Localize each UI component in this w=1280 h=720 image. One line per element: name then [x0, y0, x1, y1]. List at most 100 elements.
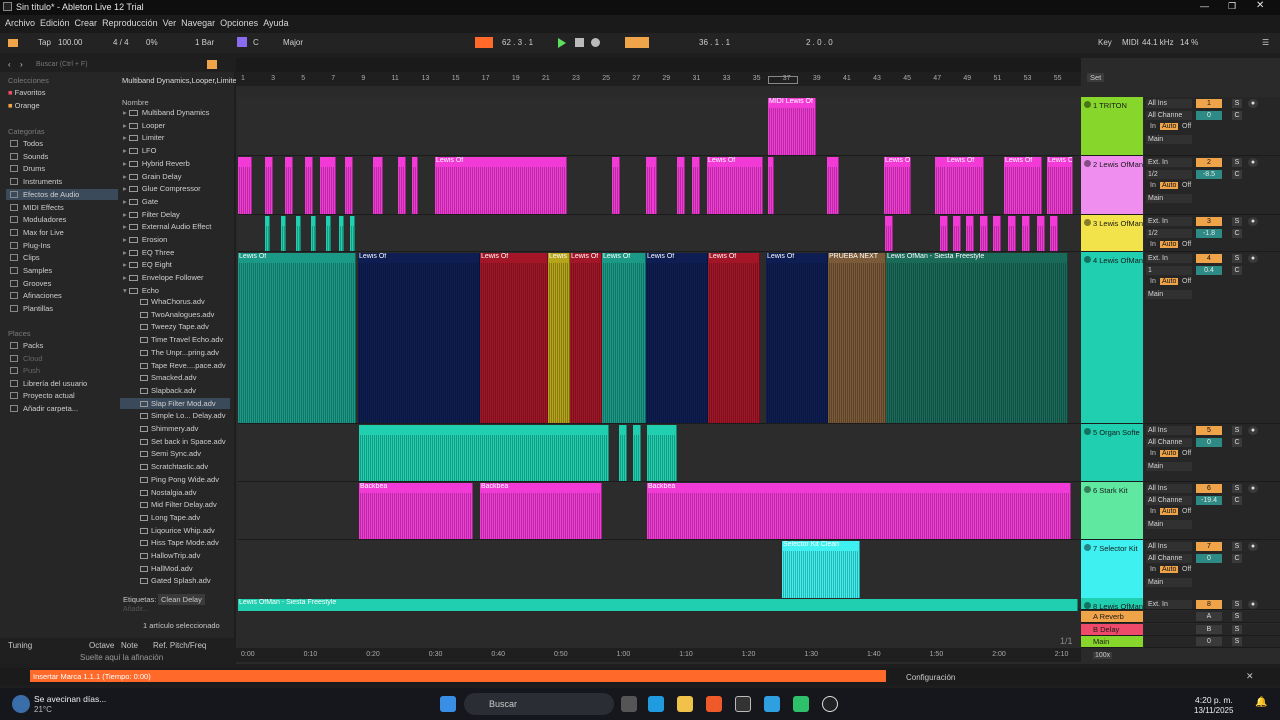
clip[interactable]: [265, 216, 270, 251]
monitor-off[interactable]: Off: [1182, 278, 1191, 285]
device-folder[interactable]: ▸ EQ Three: [123, 248, 174, 257]
clip[interactable]: [359, 425, 609, 481]
monitor-in[interactable]: In: [1150, 241, 1156, 248]
loop-brace[interactable]: [768, 76, 798, 84]
clip[interactable]: [692, 157, 700, 214]
output-select[interactable]: Main: [1146, 290, 1192, 299]
close-icon[interactable]: ✕: [1256, 0, 1264, 11]
solo-button[interactable]: S: [1232, 637, 1242, 646]
track-fold-icon[interactable]: [1084, 101, 1091, 108]
monitor-off[interactable]: Off: [1182, 450, 1191, 457]
monitor-off[interactable]: Off: [1182, 123, 1191, 130]
weather-icon[interactable]: [12, 695, 30, 713]
forward-icon[interactable]: ›: [20, 60, 23, 69]
track-fold-icon[interactable]: [1084, 486, 1091, 493]
clip[interactable]: [612, 157, 620, 214]
output-select[interactable]: Main: [1146, 578, 1192, 587]
maximize-icon[interactable]: ❐: [1228, 1, 1236, 12]
category-row[interactable]: Efectos de Audio: [6, 188, 118, 200]
loop-start[interactable]: 36 . 1 . 1: [699, 38, 730, 47]
edge-icon[interactable]: [648, 696, 664, 712]
input-type[interactable]: All Ins: [1146, 426, 1192, 435]
menu-icon[interactable]: ☰: [1262, 38, 1269, 47]
category-row[interactable]: Afinaciones: [6, 290, 118, 301]
clip[interactable]: Lewis Of: [548, 253, 570, 423]
song-position[interactable]: 62 . 3 . 1: [502, 38, 533, 47]
clip[interactable]: Lewis Of: [1004, 157, 1042, 214]
arm-button[interactable]: ●: [1248, 99, 1258, 108]
volume-field[interactable]: -8.5: [1196, 170, 1222, 179]
clip[interactable]: [827, 157, 839, 214]
search-input[interactable]: Buscar (Ctrl + F): [36, 61, 88, 68]
clip[interactable]: [305, 157, 313, 214]
menu-reproduccion[interactable]: Reproducción: [97, 15, 158, 28]
place-item[interactable]: Packs: [23, 341, 43, 350]
monitor-in[interactable]: In: [1150, 182, 1156, 189]
category-row[interactable]: Sounds: [6, 151, 118, 162]
clip[interactable]: Backbea: [647, 483, 1071, 539]
clip[interactable]: [1022, 216, 1030, 251]
time-ruler[interactable]: 0:00 0:10 0:20 0:30 0:40 0:50 1:00 1:10 1:20 1:30…: [236, 648, 1081, 662]
nombre-column[interactable]: Nombre: [122, 98, 149, 107]
place-item[interactable]: Proyecto actual: [23, 391, 75, 400]
key-button[interactable]: Key: [1098, 38, 1112, 47]
solo-button[interactable]: S: [1232, 612, 1242, 621]
taskbar-search[interactable]: [464, 693, 614, 715]
device-folder[interactable]: ▸ Hybrid Reverb: [123, 159, 190, 168]
set-button[interactable]: Set: [1087, 73, 1105, 82]
clip[interactable]: Lewis Of: [707, 157, 763, 214]
minimize-icon[interactable]: —: [1200, 1, 1209, 11]
solo-button[interactable]: S: [1232, 426, 1242, 435]
track-header[interactable]: 5 Organ Softe: [1081, 424, 1143, 482]
arm-button[interactable]: ●: [1248, 484, 1258, 493]
return-track[interactable]: Main: [1081, 636, 1143, 648]
weather-text[interactable]: Se avecinan días...: [34, 694, 106, 704]
menu-ver[interactable]: Ver: [158, 15, 177, 28]
track-number[interactable]: 8: [1196, 600, 1222, 609]
pan-button[interactable]: C: [1232, 438, 1242, 447]
preset-row[interactable]: HallowTrip.adv: [120, 550, 230, 561]
clip[interactable]: [320, 157, 336, 214]
favoritos-item[interactable]: ■ Favoritos: [8, 88, 45, 97]
device-folder[interactable]: ▸ LFO: [123, 146, 156, 155]
clip[interactable]: MIDI Lewis Of: [768, 98, 816, 155]
preset-row[interactable]: Mid Filter Delay.adv: [120, 499, 230, 510]
track-fold-icon[interactable]: [1084, 160, 1091, 167]
arm-button[interactable]: ●: [1248, 542, 1258, 551]
device-folder[interactable]: ▸ Grain Delay: [123, 172, 181, 181]
clip[interactable]: [885, 216, 893, 251]
preset-row[interactable]: Slap Filter Mod.adv: [120, 397, 230, 409]
input-channel[interactable]: 1/2: [1146, 229, 1192, 238]
solo-button[interactable]: S: [1232, 542, 1242, 551]
clip[interactable]: Lewis Of: [1047, 157, 1073, 214]
monitor-in[interactable]: In: [1150, 278, 1156, 285]
clip[interactable]: [281, 216, 286, 251]
midi-button[interactable]: MIDI: [1122, 38, 1139, 47]
preset-row[interactable]: Ping Pong Wide.adv: [120, 474, 230, 485]
clip[interactable]: [1008, 216, 1016, 251]
device-folder[interactable]: ▸ EQ Eight: [123, 260, 172, 269]
input-channel[interactable]: All Channe: [1146, 111, 1192, 120]
output-select[interactable]: Main: [1146, 462, 1192, 471]
preset-row[interactable]: Liqourice Whip.adv: [120, 525, 230, 536]
arm-button[interactable]: ●: [1248, 217, 1258, 226]
clip[interactable]: [980, 216, 988, 251]
monitor-auto[interactable]: Auto: [1160, 241, 1179, 248]
preset-row[interactable]: HallMod.adv: [120, 563, 230, 574]
scale-select[interactable]: Major: [283, 38, 303, 47]
pan-button[interactable]: C: [1232, 266, 1242, 275]
solo-button[interactable]: S: [1232, 217, 1242, 226]
start-icon[interactable]: [440, 696, 456, 712]
return-number[interactable]: 0: [1196, 637, 1222, 646]
time-signature[interactable]: 4 / 4: [113, 38, 129, 47]
clip[interactable]: Lewis Of: [708, 253, 760, 423]
clip[interactable]: Lewis OfMan - Siesta Freestyle: [238, 599, 1078, 611]
record-icon[interactable]: [591, 38, 600, 47]
zoom-value[interactable]: 100x: [1093, 652, 1113, 659]
preset-row[interactable]: Tape Reve....pace.adv: [120, 360, 230, 371]
preset-row[interactable]: Nostalgia.adv: [120, 487, 230, 498]
device-folder[interactable]: ▸ Gate: [123, 197, 158, 206]
volume-field[interactable]: -19.4: [1196, 496, 1222, 505]
clip[interactable]: [326, 216, 331, 251]
clip[interactable]: Lewis Of: [480, 253, 548, 423]
